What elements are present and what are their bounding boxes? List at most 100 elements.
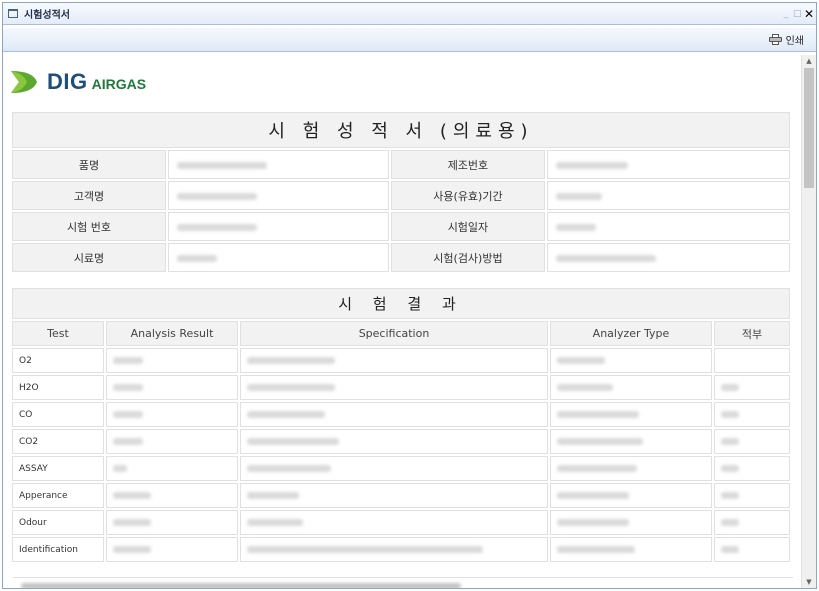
- test-name: Apperance: [12, 483, 104, 508]
- info-value-redacted: [546, 150, 790, 179]
- info-value-redacted: [546, 181, 790, 210]
- redacted-cell: [714, 429, 790, 454]
- results-header-row: Test Analysis Result Specification Analy…: [12, 321, 790, 346]
- redacted-cell: [106, 537, 238, 562]
- table-row: CO: [12, 402, 790, 427]
- redacted-cell: [106, 402, 238, 427]
- redacted-cell: [240, 429, 548, 454]
- redacted-cell: [714, 483, 790, 508]
- company-logo: DIG AIRGAS: [9, 67, 146, 97]
- redacted-cell: [106, 456, 238, 481]
- info-value-redacted: [546, 243, 790, 272]
- redacted-cell: [240, 456, 548, 481]
- redacted-cell: [714, 375, 790, 400]
- redacted-cell: [240, 510, 548, 535]
- info-value-redacted: [168, 212, 389, 241]
- toolbar: 인쇄: [3, 28, 816, 52]
- info-label: 시험일자: [390, 212, 545, 241]
- redacted-cell: [106, 510, 238, 535]
- redacted-cell: [550, 375, 712, 400]
- test-name: CO: [12, 402, 104, 427]
- redacted-cell: [550, 402, 712, 427]
- logo-brand-main: DIG: [47, 69, 88, 94]
- info-label: 시료명: [12, 243, 166, 272]
- test-name: Odour: [12, 510, 104, 535]
- minimize-icon[interactable]: _: [782, 9, 790, 19]
- test-name: ASSAY: [12, 456, 104, 481]
- window-icon: [8, 9, 18, 18]
- redacted-cell: [240, 402, 548, 427]
- info-value-redacted: [168, 181, 389, 210]
- redacted-cell: [240, 483, 548, 508]
- table-row: H2O: [12, 375, 790, 400]
- redacted-cell: [550, 429, 712, 454]
- test-name: H2O: [12, 375, 104, 400]
- info-label: 시험(검사)방법: [390, 243, 545, 272]
- redacted-cell: [240, 537, 548, 562]
- table-row: CO2: [12, 429, 790, 454]
- scroll-up-icon[interactable]: ▲: [802, 55, 816, 67]
- redacted-cell: [550, 456, 712, 481]
- test-name: Identification: [12, 537, 104, 562]
- redacted-cell: [714, 510, 790, 535]
- window-title: 시험성적서: [24, 10, 70, 21]
- report-window: 시험성적서 _ □ ✕ 인쇄 DIG AIRGAS 시 험 성 적 서 (의료용…: [2, 2, 817, 589]
- info-row: 품명 제조번호: [12, 150, 790, 179]
- scroll-down-icon[interactable]: ▼: [802, 576, 816, 588]
- results-table: 시 험 결 과 Test Analysis Result Specificati…: [10, 286, 792, 564]
- info-value-redacted: [168, 243, 389, 272]
- print-label: 인쇄: [785, 36, 804, 47]
- info-label: 사용(유효)기간: [390, 181, 545, 210]
- column-header-test: Test: [12, 321, 104, 346]
- table-row: Odour: [12, 510, 790, 535]
- window-titlebar: 시험성적서 _ □ ✕: [3, 3, 816, 25]
- table-row: O2: [12, 348, 790, 373]
- printer-icon: [768, 34, 782, 45]
- logo-mark-icon: [11, 71, 37, 93]
- redacted-cell: [550, 483, 712, 508]
- redacted-cell: [106, 429, 238, 454]
- info-label: 고객명: [12, 181, 166, 210]
- test-name: CO2: [12, 429, 104, 454]
- redacted-cell: [714, 456, 790, 481]
- column-header-analyzer-type: Analyzer Type: [550, 321, 712, 346]
- column-header-specification: Specification: [240, 321, 548, 346]
- results-title: 시 험 결 과: [12, 288, 790, 319]
- redacted-cell: [550, 348, 712, 373]
- column-header-pass-fail: 적부: [714, 321, 790, 346]
- table-row: Apperance: [12, 483, 790, 508]
- redacted-cell: [106, 375, 238, 400]
- redacted-cell: [550, 510, 712, 535]
- document-title: 시 험 성 적 서 (의료용): [12, 112, 790, 148]
- maximize-icon[interactable]: □: [793, 9, 802, 19]
- table-row: Identification: [12, 537, 790, 562]
- vertical-scrollbar[interactable]: ▲ ▼: [801, 55, 816, 588]
- redacted-cell: [550, 537, 712, 562]
- info-value-redacted: [546, 212, 790, 241]
- redacted-cell: [714, 537, 790, 562]
- column-header-analysis-result: Analysis Result: [106, 321, 238, 346]
- info-label: 제조번호: [390, 150, 545, 179]
- info-label: 시험 번호: [12, 212, 166, 241]
- info-row: 시험 번호 시험일자: [12, 212, 790, 241]
- table-row: ASSAY: [12, 456, 790, 481]
- redacted-cell: [240, 348, 548, 373]
- info-row: 시료명 시험(검사)방법: [12, 243, 790, 272]
- redacted-cell: [106, 348, 238, 373]
- redacted-cell: [714, 402, 790, 427]
- redacted-cell: [240, 375, 548, 400]
- logo-brand-sub: AIRGAS: [91, 76, 147, 92]
- info-label: 품명: [12, 150, 166, 179]
- empty-cell: [714, 348, 790, 373]
- print-button[interactable]: 인쇄: [768, 32, 804, 47]
- window-controls: _ □ ✕: [782, 8, 814, 20]
- redacted-cell: [106, 483, 238, 508]
- close-icon[interactable]: ✕: [804, 8, 814, 20]
- scrollbar-thumb[interactable]: [804, 68, 814, 188]
- info-row: 고객명 사용(유효)기간: [12, 181, 790, 210]
- info-table: 시 험 성 적 서 (의료용) 품명 제조번호 고객명 사용(유효)기간 시험 …: [10, 110, 792, 274]
- footnote-redacted: [13, 577, 793, 588]
- test-name: O2: [12, 348, 104, 373]
- info-value-redacted: [168, 150, 389, 179]
- report-content: DIG AIRGAS 시 험 성 적 서 (의료용) 품명 제조번호 고객명 사…: [3, 55, 800, 588]
